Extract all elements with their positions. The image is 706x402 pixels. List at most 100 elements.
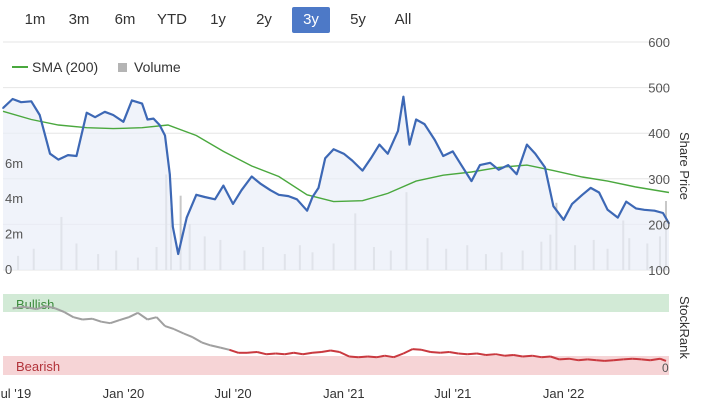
price-point (434, 139, 436, 141)
price-point (67, 154, 69, 156)
x-tick-label: Jan '21 (323, 386, 365, 401)
stockrank-panel: Bullish Bearish 0 StockRank (3, 294, 692, 375)
stockrank-segment (476, 352, 487, 356)
price-point (141, 102, 143, 105)
x-tick-label: Jan '20 (103, 386, 145, 401)
stockrank-segment (613, 358, 624, 362)
price-point (351, 159, 354, 162)
price-point (94, 116, 96, 118)
stockrank-segment (220, 346, 230, 351)
price-point (222, 184, 225, 187)
stockrank-segment (440, 351, 450, 354)
price-point (164, 134, 166, 137)
price-point (423, 123, 426, 125)
stockrank-segment (358, 355, 368, 359)
price-point (534, 152, 537, 155)
bullish-band (3, 294, 669, 312)
stockrank-segment (247, 351, 258, 354)
price-point (526, 143, 528, 146)
price-point (311, 196, 314, 198)
legend: SMA (200) Volume (12, 59, 181, 75)
price-area (3, 96, 669, 270)
price-point (589, 187, 592, 189)
stockrank-segment (541, 355, 551, 359)
legend-sma-label[interactable]: SMA (200) (32, 59, 98, 75)
price-point (203, 196, 206, 198)
price-point (131, 99, 133, 102)
legend-volume-label[interactable]: Volume (134, 59, 181, 75)
price-point (195, 194, 198, 196)
stockrank-segment (82, 317, 93, 321)
price-point (278, 194, 280, 196)
price-point (38, 114, 41, 116)
price-point (75, 155, 78, 157)
price-point (460, 164, 463, 166)
stockrank-segment (275, 352, 285, 356)
stock-chart: SMA (200) Volume 100 200 300 400 500 600 0 2m 4… (0, 35, 692, 401)
price-point (2, 107, 4, 109)
stockrank-segment (210, 344, 221, 349)
stockrank-segment (128, 311, 139, 319)
price-point (185, 216, 188, 219)
price-point (581, 194, 584, 196)
volume-tick-label: 4m (5, 191, 23, 206)
price-axis-title: Share Price (677, 132, 692, 200)
price-point (617, 216, 619, 219)
stockrank-segment (449, 351, 459, 355)
price-point (20, 101, 22, 103)
price-point (507, 164, 510, 166)
price-point (122, 121, 125, 123)
price-point (104, 111, 106, 113)
stockrank-segment (632, 357, 642, 361)
legend-volume-swatch[interactable] (118, 63, 127, 72)
price-point (370, 157, 372, 160)
price-point (324, 157, 327, 160)
price-tick-label: 300 (648, 172, 670, 187)
price-point (146, 118, 149, 121)
stockrank-segment (641, 358, 651, 362)
price-point (378, 143, 381, 146)
price-point (11, 98, 14, 100)
price-point (317, 187, 320, 189)
stockrank-segment (284, 351, 294, 356)
price-point (625, 200, 627, 203)
volume-tick-label: 0 (5, 262, 12, 277)
stockrank-segment (412, 348, 422, 351)
price-point (152, 117, 155, 120)
stockrank-segment (321, 349, 331, 353)
price-tick-label: 200 (648, 217, 670, 232)
price-point (415, 118, 417, 121)
stockrank-segment (430, 351, 441, 354)
stockrank-segment (485, 353, 496, 356)
stockrank-segment (302, 351, 313, 356)
stockrank-segment (183, 332, 194, 339)
price-point (49, 152, 51, 155)
x-tick-label: Jan '22 (543, 386, 585, 401)
price-point (240, 189, 243, 191)
price-point (172, 225, 174, 228)
stockrank-segment (293, 351, 304, 356)
stockrank-segment (559, 357, 570, 361)
stockrank-zero-label: 0 (662, 361, 669, 375)
price-point (287, 195, 290, 197)
price-point (397, 130, 399, 132)
stockrank-segment (522, 354, 533, 358)
stockrank-segment (421, 348, 431, 353)
stockrank-segment (596, 359, 605, 362)
stockrank-segment (312, 351, 322, 354)
price-point (408, 143, 411, 146)
price-point (662, 212, 664, 214)
price-point (232, 203, 234, 205)
price-point (571, 203, 573, 205)
price-point (606, 209, 609, 211)
price-point (479, 164, 481, 166)
price-point (442, 155, 445, 157)
stockrank-segment (349, 355, 359, 359)
stockrank-segment (63, 311, 74, 319)
bearish-label: Bearish (16, 359, 60, 374)
x-tick-label: Jul '20 (214, 386, 251, 401)
price-point (30, 100, 33, 103)
stockrank-segment (73, 316, 83, 321)
stockrank-segment (164, 325, 175, 331)
stockrank-axis-title: StockRank (677, 296, 692, 359)
